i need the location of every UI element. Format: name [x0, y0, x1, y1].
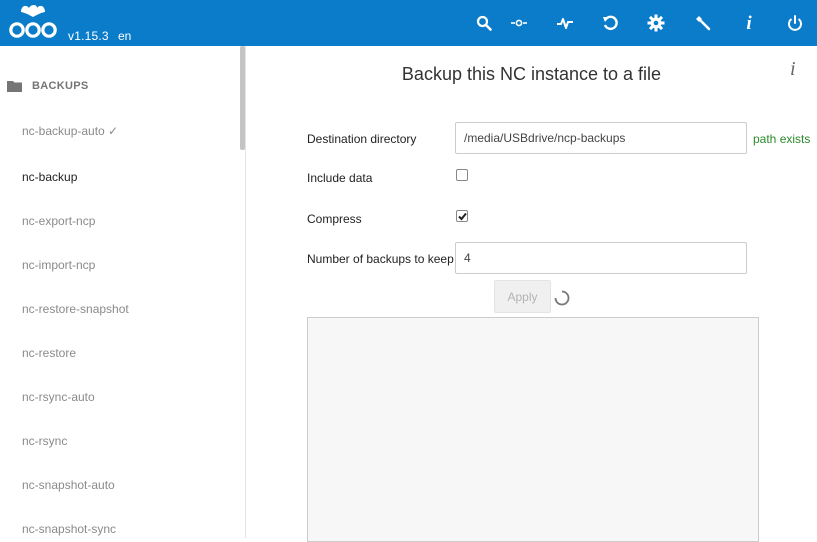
page-title: Backup this NC instance to a file [401, 64, 662, 84]
compress-checkbox[interactable] [456, 210, 468, 222]
refresh-icon[interactable] [598, 11, 622, 35]
search-icon[interactable] [472, 11, 496, 35]
sidebar: BACKUPS nc-backup-auto ✓ nc-backup nc-ex… [0, 46, 246, 538]
sidebar-item-nc-import-ncp[interactable]: nc-import-ncp [22, 258, 95, 272]
version-label: v1.15.3 [68, 29, 109, 43]
sidebar-item-nc-snapshot-auto[interactable]: nc-snapshot-auto [22, 478, 115, 492]
apply-button[interactable]: Apply [494, 280, 551, 313]
nextcloudpi-logo[interactable] [7, 3, 59, 43]
top-bar: v1.15.3 en i [0, 0, 817, 46]
destination-label: Destination directory [307, 132, 417, 146]
backups-to-keep-input[interactable] [455, 242, 747, 274]
power-icon[interactable] [783, 11, 807, 35]
sidebar-item-nc-export-ncp[interactable]: nc-export-ncp [22, 214, 95, 228]
output-log-area[interactable] [307, 317, 759, 542]
gear-icon[interactable] [644, 11, 668, 35]
loading-spinner-icon [554, 290, 570, 306]
sidebar-scrollbar[interactable] [240, 46, 245, 150]
language-selector[interactable]: en [118, 29, 131, 43]
wrench-icon[interactable] [691, 11, 715, 35]
main-panel: Backup this NC instance to a file i Dest… [246, 46, 817, 542]
include-data-checkbox[interactable] [456, 169, 468, 181]
sidebar-item-nc-backup[interactable]: nc-backup [22, 170, 77, 184]
sidebar-item-nc-restore[interactable]: nc-restore [22, 346, 76, 360]
app-info-icon[interactable]: i [790, 58, 796, 81]
sidebar-item-nc-rsync[interactable]: nc-rsync [22, 434, 67, 448]
path-status-text: path exists [753, 132, 811, 146]
backups-to-keep-label: Number of backups to keep [307, 252, 454, 266]
folder-icon [7, 81, 22, 92]
sidebar-item-nc-restore-snapshot[interactable]: nc-restore-snapshot [22, 302, 129, 316]
activity-icon[interactable] [553, 11, 577, 35]
network-icon[interactable] [507, 11, 531, 35]
sidebar-item-nc-snapshot-sync[interactable]: nc-snapshot-sync [22, 522, 116, 536]
compress-label: Compress [307, 212, 362, 226]
sidebar-section-title: BACKUPS [32, 80, 89, 92]
destination-input[interactable] [455, 122, 747, 154]
info-icon[interactable]: i [737, 11, 761, 35]
sidebar-item-nc-backup-auto[interactable]: nc-backup-auto ✓ [22, 124, 118, 138]
sidebar-item-nc-rsync-auto[interactable]: nc-rsync-auto [22, 390, 95, 404]
include-data-label: Include data [307, 171, 373, 185]
sidebar-section-header[interactable]: BACKUPS [7, 80, 89, 92]
